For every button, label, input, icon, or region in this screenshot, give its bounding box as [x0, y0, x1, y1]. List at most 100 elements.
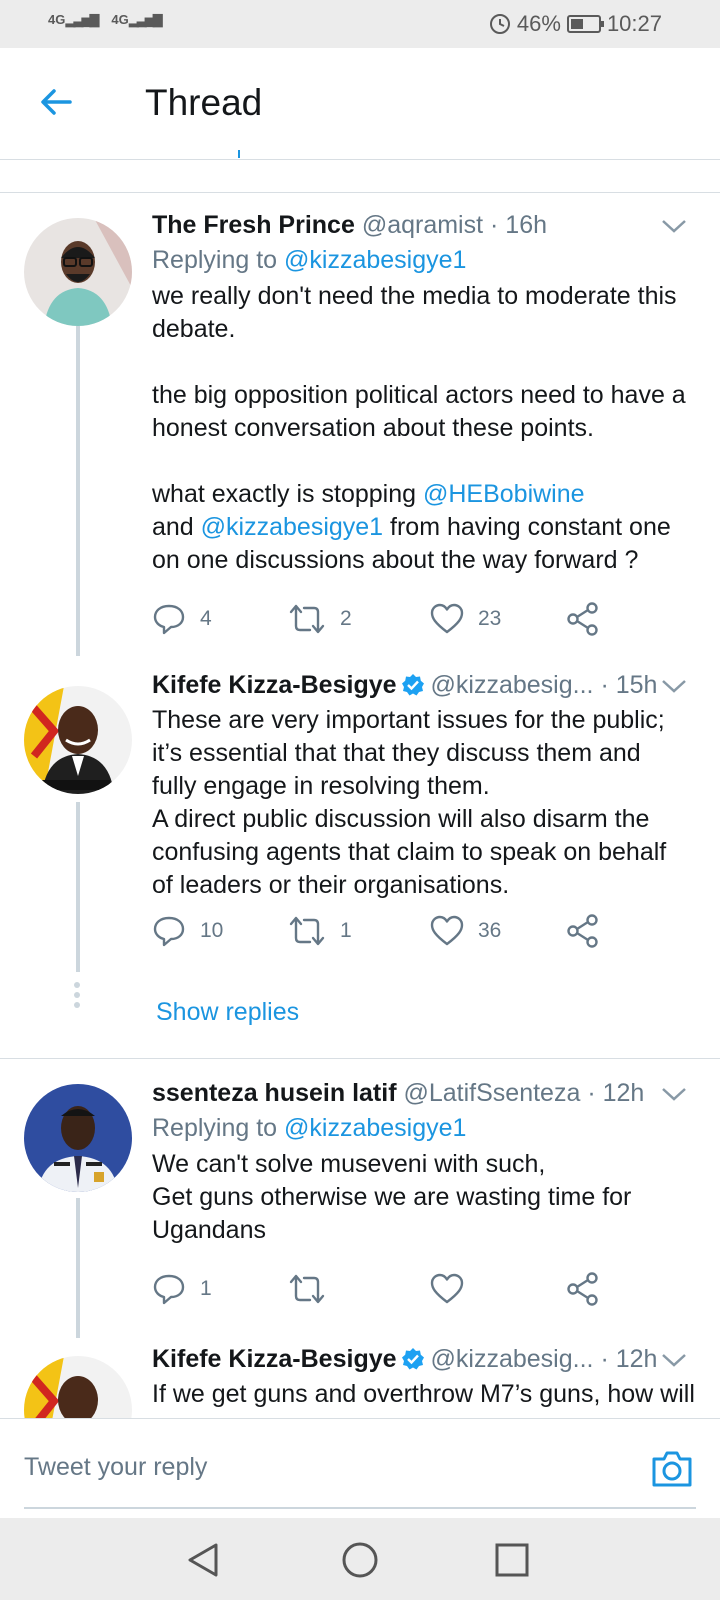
arrow-left-icon — [41, 89, 72, 115]
avatar-image — [24, 686, 132, 794]
thread-line — [76, 326, 80, 656]
chevron-down-icon — [662, 220, 686, 233]
tweet-time: · 12h — [600, 1345, 658, 1373]
author-handle[interactable]: @LatifSsenteza — [403, 1079, 580, 1107]
share-button[interactable] — [566, 1272, 600, 1306]
tweet-actions: 1 — [152, 1272, 622, 1312]
battery-percent: 46% — [516, 11, 561, 36]
author-handle[interactable]: @kizzabesig... — [431, 671, 594, 699]
heart-icon — [430, 603, 464, 634]
reply-icon — [153, 604, 185, 635]
tweet-menu-button[interactable] — [660, 216, 688, 241]
author-name[interactable]: ssenteza husein latif — [152, 1079, 397, 1107]
tweet-time: · 12h — [587, 1079, 645, 1107]
tweet-time: · 16h — [490, 211, 547, 239]
avatar-image — [24, 1084, 132, 1192]
retweet-button[interactable] — [288, 1272, 340, 1306]
system-navigation-bar — [0, 1518, 720, 1600]
tweet[interactable]: Kifefe Kizza-Besigye @kizzabesig... · 15h… — [0, 670, 720, 1040]
retweet-count: 2 — [340, 607, 352, 630]
thread-line — [76, 802, 80, 972]
tweet-text: If we get guns and overthrow M7’s guns, … — [152, 1380, 695, 1408]
divider — [0, 1058, 720, 1059]
reply-count: 10 — [200, 919, 224, 942]
chevron-down-icon — [662, 680, 686, 693]
tweet-actions: 4 2 23 — [152, 602, 622, 642]
reply-button[interactable]: 1 — [152, 1272, 212, 1306]
reply-icon — [153, 1274, 185, 1305]
scroll-hint — [238, 150, 246, 158]
chevron-down-icon — [662, 1354, 686, 1367]
reply-count: 4 — [200, 607, 212, 630]
show-replies-link[interactable]: Show replies — [156, 998, 299, 1027]
tweet-menu-button[interactable] — [660, 676, 688, 701]
app-header: Thread — [0, 48, 720, 160]
verified-badge-icon — [401, 1348, 424, 1370]
avatar[interactable] — [24, 1084, 132, 1192]
retweet-icon — [289, 604, 325, 634]
mention-link[interactable]: @HEBobiwine — [423, 480, 585, 508]
chevron-down-icon — [662, 1088, 686, 1101]
divider — [0, 192, 720, 193]
author-handle[interactable]: @aqramist — [362, 211, 483, 239]
square-recents-icon — [495, 1543, 529, 1577]
retweet-icon — [289, 1274, 325, 1304]
heart-icon — [430, 1273, 464, 1304]
tweet-menu-button[interactable] — [660, 1350, 688, 1375]
tweet-time: · 15h — [600, 671, 658, 699]
reply-icon — [153, 916, 185, 947]
like-button[interactable] — [430, 1272, 478, 1306]
reply-button[interactable]: 4 — [152, 602, 212, 636]
author-name[interactable]: The Fresh Prince — [152, 211, 355, 239]
tweet[interactable]: ssenteza husein latif @LatifSsenteza · 1… — [0, 1078, 720, 1338]
heart-icon — [430, 915, 464, 946]
tweet-text: we really don't need the media to modera… — [152, 282, 686, 574]
verified-badge-icon — [401, 674, 424, 696]
avatar[interactable] — [24, 1356, 132, 1418]
author-name[interactable]: Kifefe Kizza-Besigye — [152, 671, 397, 699]
like-button[interactable]: 36 — [430, 914, 501, 948]
signal-icon-sim2: 4G▂▃▅▇ — [111, 12, 162, 27]
reply-button[interactable]: 10 — [152, 914, 223, 948]
author-name[interactable]: Kifefe Kizza-Besigye — [152, 1345, 397, 1373]
triangle-back-icon — [188, 1543, 218, 1577]
avatar-image — [24, 218, 132, 326]
nav-back-button[interactable] — [184, 1540, 224, 1580]
author-handle[interactable]: @kizzabesig... — [431, 1345, 594, 1373]
reply-input-underline — [24, 1507, 696, 1509]
tweet[interactable]: Kifefe Kizza-Besigye @kizzabesig... · 12h… — [0, 1344, 720, 1418]
nav-home-button[interactable] — [340, 1540, 380, 1580]
tweet[interactable]: The Fresh Prince @aqramist · 16h Replyin… — [0, 210, 720, 656]
like-count: 23 — [478, 607, 502, 630]
reply-count: 1 — [200, 1277, 212, 1300]
retweet-count: 1 — [340, 919, 352, 942]
mention-link[interactable]: @kizzabesigye1 — [284, 246, 466, 274]
data-saver-icon — [489, 14, 510, 34]
avatar[interactable] — [24, 686, 132, 794]
share-icon — [567, 602, 598, 636]
tweet-menu-button[interactable] — [660, 1084, 688, 1109]
mention-link[interactable]: @kizzabesigye1 — [201, 513, 383, 541]
share-button[interactable] — [566, 602, 600, 636]
reply-composer: Tweet your reply — [0, 1418, 720, 1518]
camera-button[interactable] — [650, 1447, 694, 1491]
replying-to: Replying to @kizzabesigye1 — [152, 1114, 467, 1142]
share-button[interactable] — [566, 914, 600, 948]
mention-link[interactable]: @kizzabesigye1 — [284, 1114, 466, 1142]
battery-icon — [566, 15, 604, 33]
clock: 10:27 — [606, 11, 662, 36]
retweet-button[interactable]: 2 — [288, 602, 352, 636]
like-button[interactable]: 23 — [430, 602, 501, 636]
more-replies-dots-icon — [74, 982, 80, 1012]
avatar[interactable] — [24, 218, 132, 326]
reply-input[interactable]: Tweet your reply — [24, 1453, 207, 1482]
retweet-button[interactable]: 1 — [288, 914, 352, 948]
nav-recents-button[interactable] — [492, 1540, 532, 1580]
replying-to: Replying to @kizzabesigye1 — [152, 246, 467, 274]
retweet-icon — [289, 916, 325, 946]
avatar-image — [24, 1356, 132, 1418]
tweet-actions: 10 1 36 — [152, 914, 622, 954]
share-icon — [567, 1272, 598, 1306]
page-title: Thread — [145, 82, 263, 123]
back-button[interactable] — [36, 82, 76, 122]
